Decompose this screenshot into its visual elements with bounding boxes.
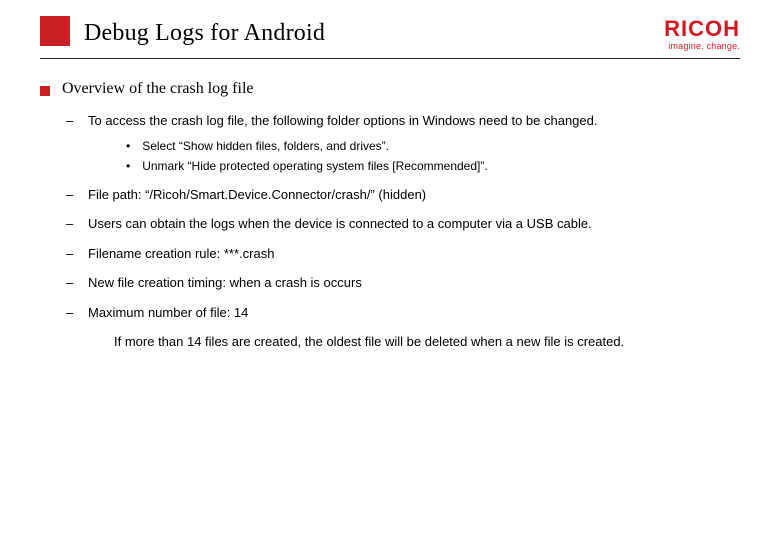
dash-bullet-icon: – bbox=[66, 185, 72, 205]
header: Debug Logs for Android bbox=[0, 0, 780, 48]
dash-bullet-icon: – bbox=[66, 303, 72, 323]
list-item-text: Maximum number of file: 14 bbox=[88, 303, 740, 323]
list-item: – File path: “/Ricoh/Smart.Device.Connec… bbox=[66, 185, 740, 205]
dash-bullet-icon: – bbox=[66, 244, 72, 264]
sub-list-item-text: Unmark “Hide protected operating system … bbox=[142, 157, 740, 175]
sub-list-item: • Select “Show hidden files, folders, an… bbox=[126, 137, 740, 155]
sub-list: • Select “Show hidden files, folders, an… bbox=[126, 137, 740, 175]
list-item-text: Filename creation rule: ***.crash bbox=[88, 244, 740, 264]
list-item: – To access the crash log file, the foll… bbox=[66, 111, 740, 131]
title-row: Debug Logs for Android bbox=[40, 18, 740, 48]
title-square-icon bbox=[40, 16, 70, 46]
dash-bullet-icon: – bbox=[66, 111, 72, 131]
list-item-text: New file creation timing: when a crash i… bbox=[88, 273, 740, 293]
overview-label: Overview of the crash log file bbox=[62, 77, 253, 101]
list-item: – Maximum number of file: 14 bbox=[66, 303, 740, 323]
list-item: – New file creation timing: when a crash… bbox=[66, 273, 740, 293]
body: Overview of the crash log file – To acce… bbox=[0, 59, 780, 352]
list-item: – Filename creation rule: ***.crash bbox=[66, 244, 740, 264]
overview-list: – To access the crash log file, the foll… bbox=[66, 111, 740, 352]
slide: RICOH imagine. change. Debug Logs for An… bbox=[0, 0, 780, 540]
list-item-text: File path: “/Ricoh/Smart.Device.Connecto… bbox=[88, 185, 740, 205]
dash-bullet-icon: – bbox=[66, 273, 72, 293]
footnote: If more than 14 files are created, the o… bbox=[114, 332, 740, 352]
list-item-text: To access the crash log file, the follow… bbox=[88, 111, 740, 131]
sub-list-item: • Unmark “Hide protected operating syste… bbox=[126, 157, 740, 175]
sub-list-item-text: Select “Show hidden files, folders, and … bbox=[142, 137, 740, 155]
dot-bullet-icon: • bbox=[126, 137, 130, 155]
list-item-text: Users can obtain the logs when the devic… bbox=[88, 214, 740, 234]
list-item: – Users can obtain the logs when the dev… bbox=[66, 214, 740, 234]
dash-bullet-icon: – bbox=[66, 214, 72, 234]
overview-heading: Overview of the crash log file bbox=[40, 77, 740, 101]
dot-bullet-icon: • bbox=[126, 157, 130, 175]
page-title: Debug Logs for Android bbox=[84, 20, 325, 47]
square-bullet-icon bbox=[40, 86, 50, 96]
